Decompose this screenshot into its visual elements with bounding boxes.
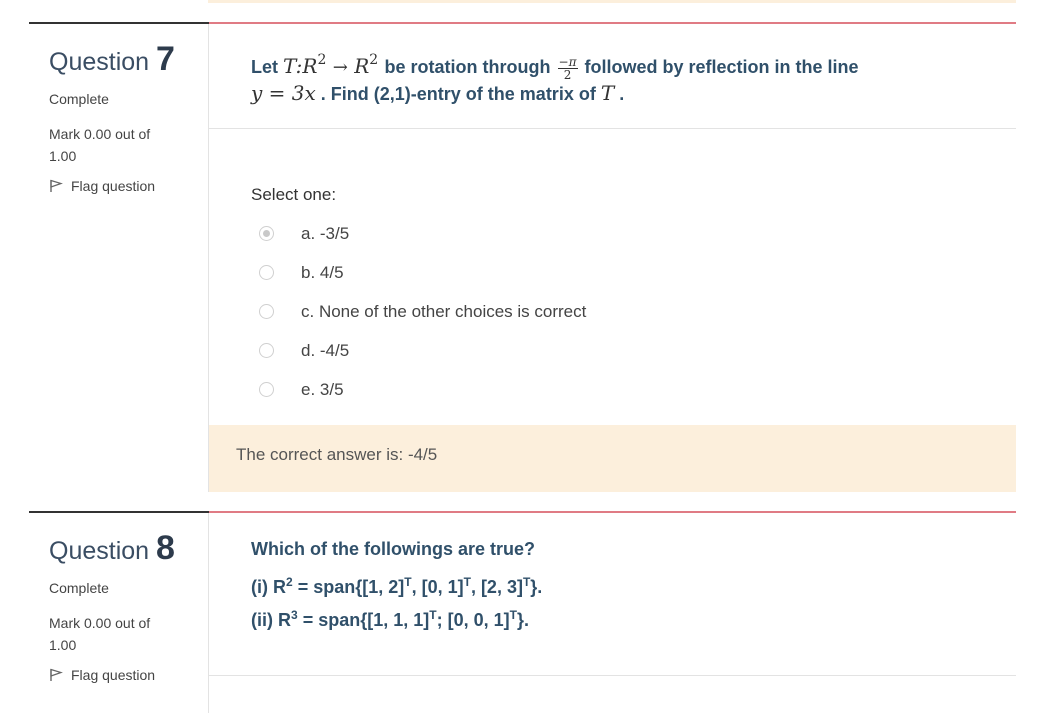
flag-icon bbox=[50, 668, 63, 681]
statement-ii-part: }. bbox=[516, 610, 529, 630]
answer-block: Select one: a. -3/5 b. 4/5 c. None of th… bbox=[251, 185, 951, 409]
feedback-box: The correct answer is: -4/5 bbox=[209, 425, 1016, 492]
column-divider bbox=[208, 24, 209, 492]
flag-label: Flag question bbox=[71, 667, 156, 683]
option-label: b. 4/5 bbox=[301, 262, 344, 282]
question-line-3: (ii) R3 = span{[1, 1, 1]T; [0, 0, 1]T}. bbox=[251, 599, 542, 632]
radio-a[interactable] bbox=[259, 226, 274, 241]
question-state: Complete bbox=[49, 580, 109, 596]
answer-prompt: Select one: bbox=[251, 185, 337, 204]
text-find: . Find (2,1)-entry of the matrix of bbox=[320, 84, 596, 104]
flag-question-button[interactable]: Flag question bbox=[49, 178, 199, 194]
math-line-equation: y = 3x bbox=[251, 81, 316, 105]
radio-d[interactable] bbox=[259, 343, 274, 358]
option-b[interactable]: b. 4/5 bbox=[251, 253, 951, 292]
question-number: 7 bbox=[156, 40, 175, 78]
question-grade: Mark 0.00 out of 1.00 bbox=[49, 615, 151, 653]
superscript: 2 bbox=[286, 575, 293, 589]
text-let: Let bbox=[251, 57, 278, 77]
flag-label: Flag question bbox=[71, 178, 156, 194]
question-7: Question 7 Complete Mark 0.00 out of 1.0… bbox=[0, 22, 1043, 492]
superscript: T bbox=[463, 575, 471, 589]
statement-i-part: , [0, 1] bbox=[411, 577, 464, 597]
statement-i-part: }. bbox=[530, 577, 543, 597]
fraction-numerator: −π bbox=[557, 54, 578, 69]
question-label: Question bbox=[49, 48, 150, 76]
superscript: T bbox=[429, 608, 437, 622]
column-divider bbox=[208, 513, 209, 713]
flag-question-button[interactable]: Flag question bbox=[49, 667, 199, 683]
statement-ii-part: ; [0, 0, 1] bbox=[436, 610, 510, 630]
correct-answer-text: The correct answer is: -4/5 bbox=[236, 445, 438, 464]
question-info: Question 7 Complete Mark 0.00 out of 1.0… bbox=[49, 42, 199, 194]
question-title: Question 7 bbox=[49, 42, 199, 77]
superscript: 3 bbox=[291, 608, 298, 622]
question-number: 8 bbox=[156, 529, 175, 567]
question-label: Question bbox=[49, 537, 150, 565]
content-top-border bbox=[209, 511, 1016, 513]
option-label: e. 3/5 bbox=[301, 379, 344, 399]
question-grade: Mark 0.00 out of 1.00 bbox=[49, 126, 151, 164]
statement-i-part: , [2, 3] bbox=[470, 577, 523, 597]
question-text: Which of the followings are true? (i) R2… bbox=[251, 533, 542, 632]
question-line-2: (i) R2 = span{[1, 2]T, [0, 1]T, [2, 3]T}… bbox=[251, 566, 542, 599]
option-label: d. -4/5 bbox=[301, 340, 350, 360]
question-8: Question 8 Complete Mark 0.00 out of 1.0… bbox=[0, 511, 1043, 713]
option-c[interactable]: c. None of the other choices is correct bbox=[251, 292, 951, 331]
option-label: c. None of the other choices is correct bbox=[301, 301, 587, 321]
math-mapping: T:R2 → R2 bbox=[283, 52, 385, 78]
question-state: Complete bbox=[49, 91, 109, 107]
question-separator bbox=[209, 675, 1016, 676]
option-e[interactable]: e. 3/5 bbox=[251, 370, 951, 409]
radio-b[interactable] bbox=[259, 265, 274, 280]
statement-i-part: = span{[1, 2] bbox=[292, 577, 405, 597]
option-d[interactable]: d. -4/5 bbox=[251, 331, 951, 370]
math-exp: 2 bbox=[369, 52, 379, 68]
content-top-border bbox=[209, 22, 1016, 24]
question-separator bbox=[209, 128, 1016, 129]
radio-c[interactable] bbox=[259, 304, 274, 319]
math-T: T bbox=[600, 81, 615, 105]
math-arrow: → bbox=[332, 57, 348, 78]
statement-ii-part: = span{[1, 1, 1] bbox=[297, 610, 430, 630]
math-R: R bbox=[354, 54, 370, 78]
info-top-border bbox=[29, 511, 209, 513]
info-top-border bbox=[29, 22, 209, 24]
statement-ii-part: (ii) R bbox=[251, 610, 291, 630]
question-info: Question 8 Complete Mark 0.00 out of 1.0… bbox=[49, 531, 199, 683]
question-text: Let T:R2 → R2 be rotation through −π 2 f… bbox=[251, 44, 859, 110]
previous-feedback-strip bbox=[208, 0, 1016, 3]
text-followed: followed by reflection in the line bbox=[584, 57, 859, 77]
statement-i-part: (i) R bbox=[251, 577, 286, 597]
text-rotation: be rotation through bbox=[384, 57, 551, 77]
radio-e[interactable] bbox=[259, 382, 274, 397]
math-exp: 2 bbox=[317, 52, 327, 68]
option-label: a. -3/5 bbox=[301, 223, 350, 243]
option-a[interactable]: a. -3/5 bbox=[251, 214, 951, 253]
question-title: Question 8 bbox=[49, 531, 199, 566]
superscript: T bbox=[509, 608, 517, 622]
math-R: R bbox=[302, 54, 318, 78]
superscript: T bbox=[404, 575, 412, 589]
text-end: . bbox=[619, 84, 625, 104]
question-line-1: Which of the followings are true? bbox=[251, 539, 536, 559]
flag-icon bbox=[50, 179, 63, 192]
math-T: T bbox=[283, 54, 296, 78]
